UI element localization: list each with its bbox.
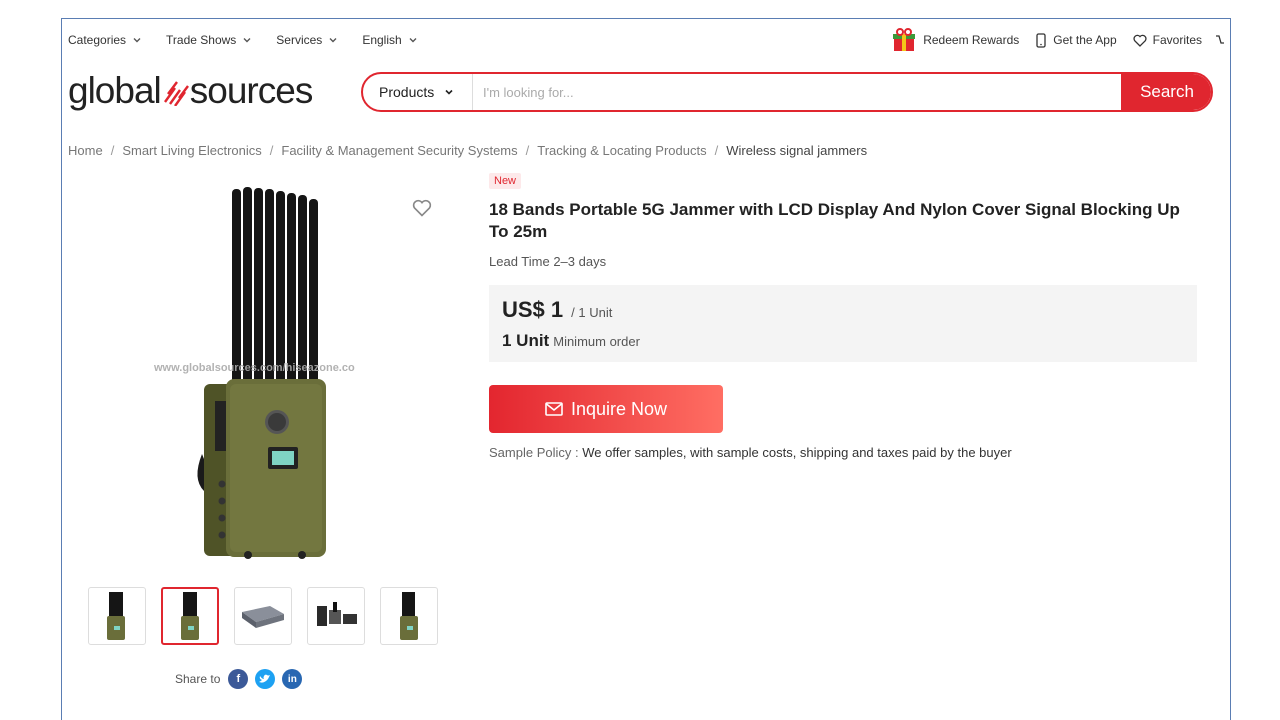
page-frame: Categories Trade Shows Services English xyxy=(61,18,1231,720)
mail-icon xyxy=(545,402,563,416)
nav-services[interactable]: Services xyxy=(276,33,338,47)
chevron-down-icon xyxy=(329,38,337,43)
breadcrumb-tracking[interactable]: Tracking & Locating Products xyxy=(537,143,706,158)
facebook-icon: f xyxy=(236,673,241,685)
jammer-thumbnail-image xyxy=(400,592,418,640)
breadcrumb-home[interactable]: Home xyxy=(68,143,103,158)
logo-text-left: global xyxy=(68,70,162,111)
cart-icon xyxy=(1216,35,1224,44)
thumbnail-1[interactable] xyxy=(88,587,146,645)
nav-label: Services xyxy=(276,33,323,47)
accessories-thumbnail-image xyxy=(317,602,357,626)
inquire-now-button[interactable]: Inquire Now xyxy=(489,385,723,433)
search-bar: Products Search xyxy=(361,72,1213,112)
price-row: US$ 1 / 1 Unit xyxy=(502,297,612,323)
heart-icon xyxy=(412,199,432,217)
price-unit: / 1 Unit xyxy=(571,305,613,320)
favorites-link[interactable]: Favorites xyxy=(1133,33,1202,47)
search-button[interactable]: Search xyxy=(1121,74,1211,110)
sample-policy: Sample Policy : We offer samples, with s… xyxy=(489,445,1012,460)
search-category-select[interactable]: Products xyxy=(363,74,473,110)
twitter-icon xyxy=(259,674,271,683)
rewards-label: Redeem Rewards xyxy=(923,33,1020,47)
thumbnail-3[interactable] xyxy=(234,587,292,645)
global-sources-logo[interactable]: global sources xyxy=(68,69,314,113)
facebook-share-button[interactable]: f xyxy=(228,669,249,689)
cart-link[interactable] xyxy=(1216,33,1230,47)
share-label: Share to xyxy=(175,672,221,686)
moq-row: 1 Unit Minimum order xyxy=(502,331,640,351)
nav-categories[interactable]: Categories xyxy=(68,33,142,47)
jammer-thumbnail-image xyxy=(181,592,199,640)
get-app-link[interactable]: Get the App xyxy=(1035,32,1117,48)
thumbnail-4[interactable] xyxy=(307,587,365,645)
thumbnail-5[interactable] xyxy=(380,587,438,645)
gift-icon xyxy=(893,28,916,51)
favorite-button[interactable] xyxy=(412,199,432,222)
nav-label: English xyxy=(362,33,402,47)
breadcrumb-separator: / xyxy=(269,143,274,158)
heart-icon xyxy=(1133,34,1147,47)
sample-policy-text: We offer samples, with sample costs, shi… xyxy=(582,445,1012,460)
moq-label: Minimum order xyxy=(553,334,640,349)
breadcrumb-separator: / xyxy=(714,143,719,158)
nav-label: Trade Shows xyxy=(166,33,237,47)
price-value: US$ 1 xyxy=(502,297,564,322)
breadcrumb: Home / Smart Living Electronics / Facili… xyxy=(68,143,867,158)
phone-icon xyxy=(1036,32,1046,48)
top-right-links: Redeem Rewards Get the App Favorites xyxy=(875,25,1230,55)
app-label: Get the App xyxy=(1053,33,1117,47)
nav-language[interactable]: English xyxy=(362,33,417,47)
logo-text-right: sources xyxy=(189,70,314,111)
breadcrumb-separator: / xyxy=(525,143,530,158)
logo-mark-icon xyxy=(163,81,189,106)
inquire-label: Inquire Now xyxy=(570,398,668,419)
linkedin-share-button[interactable]: in xyxy=(282,669,303,689)
chevron-down-icon xyxy=(445,89,453,95)
lead-time: Lead Time 2–3 days xyxy=(489,254,607,269)
breadcrumb-current: Wireless signal jammers xyxy=(726,143,868,158)
product-title: 18 Bands Portable 5G Jammer with LCD Dis… xyxy=(489,200,1180,241)
chevron-down-icon xyxy=(409,38,417,43)
thumbnail-2[interactable] xyxy=(161,587,219,645)
new-badge: New xyxy=(489,173,522,189)
nav-trade-shows[interactable]: Trade Shows xyxy=(166,33,252,47)
desktop-jammer-thumbnail-image xyxy=(242,606,284,628)
chevron-down-icon xyxy=(243,38,251,43)
twitter-share-button[interactable] xyxy=(255,669,276,689)
price-box: US$ 1 / 1 Unit 1 Unit Minimum order xyxy=(489,285,1197,362)
sample-policy-label: Sample Policy : xyxy=(489,445,579,460)
breadcrumb-facility-security[interactable]: Facility & Management Security Systems xyxy=(281,143,517,158)
favorites-label: Favorites xyxy=(1152,33,1202,47)
moq-value: 1 Unit xyxy=(502,331,550,350)
thumbnail-strip xyxy=(88,587,453,645)
search-input[interactable] xyxy=(473,74,1121,110)
linkedin-icon: in xyxy=(287,673,297,685)
breadcrumb-smart-living[interactable]: Smart Living Electronics xyxy=(122,143,261,158)
search-category-label: Products xyxy=(379,84,435,100)
image-watermark: www.globalsources.com/hiseazone.co xyxy=(154,362,355,374)
breadcrumb-separator: / xyxy=(110,143,115,158)
chevron-down-icon xyxy=(133,38,141,43)
redeem-rewards-link[interactable]: Redeem Rewards xyxy=(891,27,1019,53)
jammer-thumbnail-image xyxy=(107,592,125,640)
share-row: Share to f in xyxy=(175,669,309,689)
nav-label: Categories xyxy=(68,33,127,47)
